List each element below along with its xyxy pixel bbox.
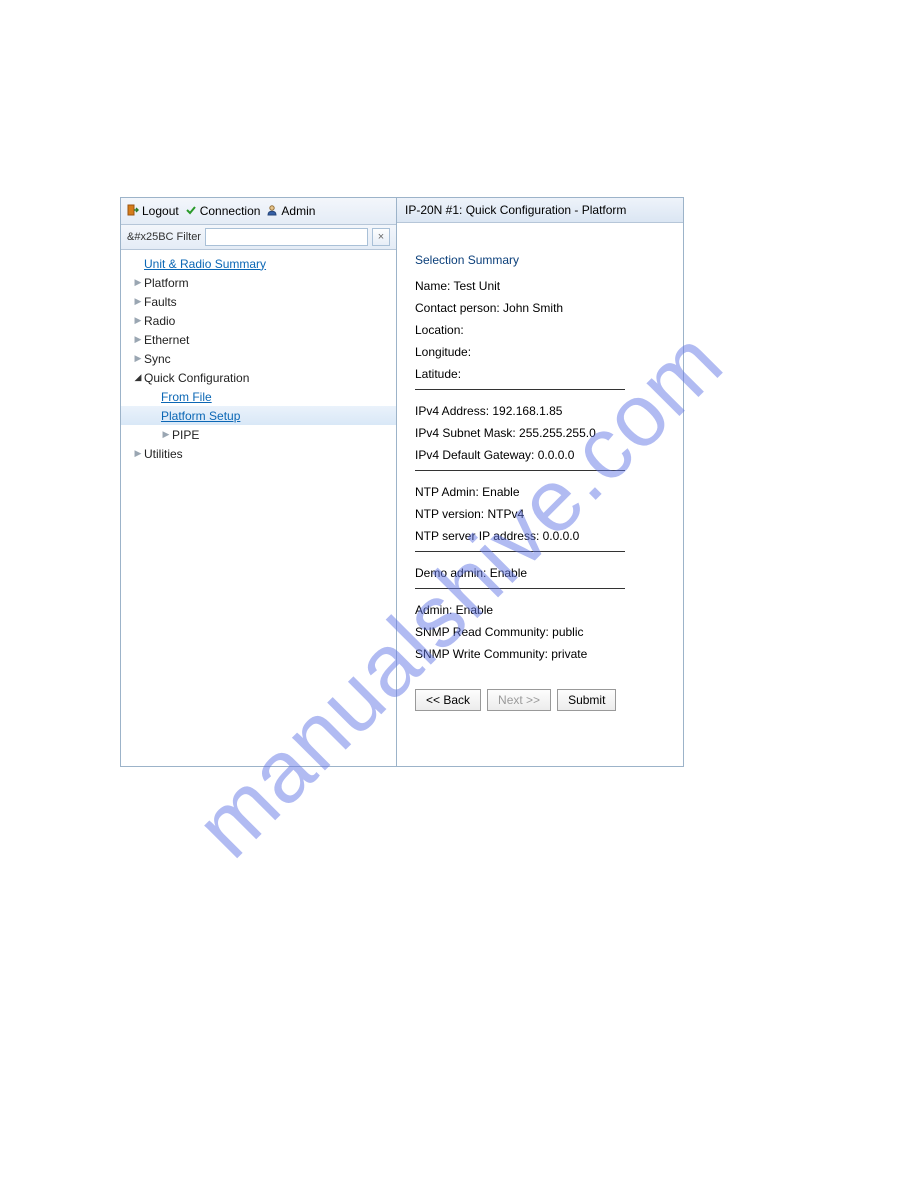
summary-name: Name: Test Unit (415, 279, 665, 293)
summary-longitude: Longitude: (415, 345, 665, 359)
user-icon (266, 204, 278, 219)
triangle-down-icon: ◢ (133, 372, 143, 383)
tree-item-from-file[interactable]: From File (121, 387, 396, 406)
tree-item-faults[interactable]: ▶ Faults (121, 292, 396, 311)
triangle-right-icon: ▶ (133, 448, 143, 459)
separator (415, 588, 625, 589)
summary-admin: Admin: Enable (415, 603, 665, 617)
separator (415, 389, 625, 390)
filter-input[interactable] (205, 228, 368, 246)
tree-label: From File (161, 390, 212, 404)
logout-link[interactable]: Logout (127, 204, 179, 219)
summary-contact: Contact person: John Smith (415, 301, 665, 315)
triangle-right-icon: ▶ (133, 315, 143, 326)
triangle-right-icon: ▶ (161, 429, 171, 440)
tree-item-platform-setup[interactable]: Platform Setup (121, 406, 396, 425)
tree-label: Utilities (144, 447, 183, 461)
tree-label: PIPE (172, 428, 199, 442)
section-title: Selection Summary (415, 253, 665, 267)
check-icon (185, 204, 197, 219)
separator (415, 551, 625, 552)
summary-demo-admin: Demo admin: Enable (415, 566, 665, 580)
next-button: Next >> (487, 689, 551, 711)
app-window: Logout Connection Admin (120, 197, 684, 767)
admin-label: Admin (281, 204, 315, 218)
summary-ntp-version: NTP version: NTPv4 (415, 507, 665, 521)
content-panel: IP-20N #1: Quick Configuration - Platfor… (397, 198, 683, 766)
logout-label: Logout (142, 204, 179, 218)
summary-ntp-admin: NTP Admin: Enable (415, 485, 665, 499)
logout-icon (127, 204, 139, 219)
tree-item-pipe[interactable]: ▶ PIPE (121, 425, 396, 444)
tree-label: Platform Setup (161, 409, 240, 423)
separator (415, 470, 625, 471)
wizard-buttons: << Back Next >> Submit (415, 689, 665, 711)
nav-tree: Unit & Radio Summary ▶ Platform ▶ Faults… (121, 250, 396, 766)
tree-label: Ethernet (144, 333, 189, 347)
tree-label: Unit & Radio Summary (144, 257, 266, 271)
tree-label: Platform (144, 276, 189, 290)
tree-label: Sync (144, 352, 171, 366)
content-title: IP-20N #1: Quick Configuration - Platfor… (397, 198, 683, 223)
filter-label: &#x25BC Filter (127, 231, 201, 243)
tree-item-ethernet[interactable]: ▶ Ethernet (121, 330, 396, 349)
tree-item-utilities[interactable]: ▶ Utilities (121, 444, 396, 463)
tree-item-unit-radio-summary[interactable]: Unit & Radio Summary (121, 254, 396, 273)
summary-snmp-write: SNMP Write Community: private (415, 647, 665, 661)
tree-item-sync[interactable]: ▶ Sync (121, 349, 396, 368)
nav-panel: Logout Connection Admin (121, 198, 397, 766)
back-button[interactable]: << Back (415, 689, 481, 711)
summary-ntp-server: NTP server IP address: 0.0.0.0 (415, 529, 665, 543)
tree-label: Faults (144, 295, 177, 309)
connection-label: Connection (200, 204, 261, 218)
summary-location: Location: (415, 323, 665, 337)
submit-button[interactable]: Submit (557, 689, 616, 711)
triangle-right-icon: ▶ (133, 353, 143, 364)
nav-toolbar: Logout Connection Admin (121, 198, 396, 225)
tree-item-platform[interactable]: ▶ Platform (121, 273, 396, 292)
summary-ipv4-gw: IPv4 Default Gateway: 0.0.0.0 (415, 448, 665, 462)
summary-ipv4-addr: IPv4 Address: 192.168.1.85 (415, 404, 665, 418)
content-body: Selection Summary Name: Test Unit Contac… (397, 223, 683, 766)
tree-label: Quick Configuration (144, 371, 249, 385)
tree-item-quick-configuration[interactable]: ◢ Quick Configuration (121, 368, 396, 387)
tree-label: Radio (144, 314, 175, 328)
summary-ipv4-mask: IPv4 Subnet Mask: 255.255.255.0 (415, 426, 665, 440)
filter-clear-button[interactable]: × (372, 228, 390, 246)
tree-item-radio[interactable]: ▶ Radio (121, 311, 396, 330)
filter-bar: &#x25BC Filter × (121, 225, 396, 250)
admin-link[interactable]: Admin (266, 204, 315, 219)
triangle-right-icon: ▶ (133, 296, 143, 307)
connection-link[interactable]: Connection (185, 204, 261, 219)
summary-latitude: Latitude: (415, 367, 665, 381)
triangle-right-icon: ▶ (133, 334, 143, 345)
triangle-right-icon: ▶ (133, 277, 143, 288)
summary-snmp-read: SNMP Read Community: public (415, 625, 665, 639)
